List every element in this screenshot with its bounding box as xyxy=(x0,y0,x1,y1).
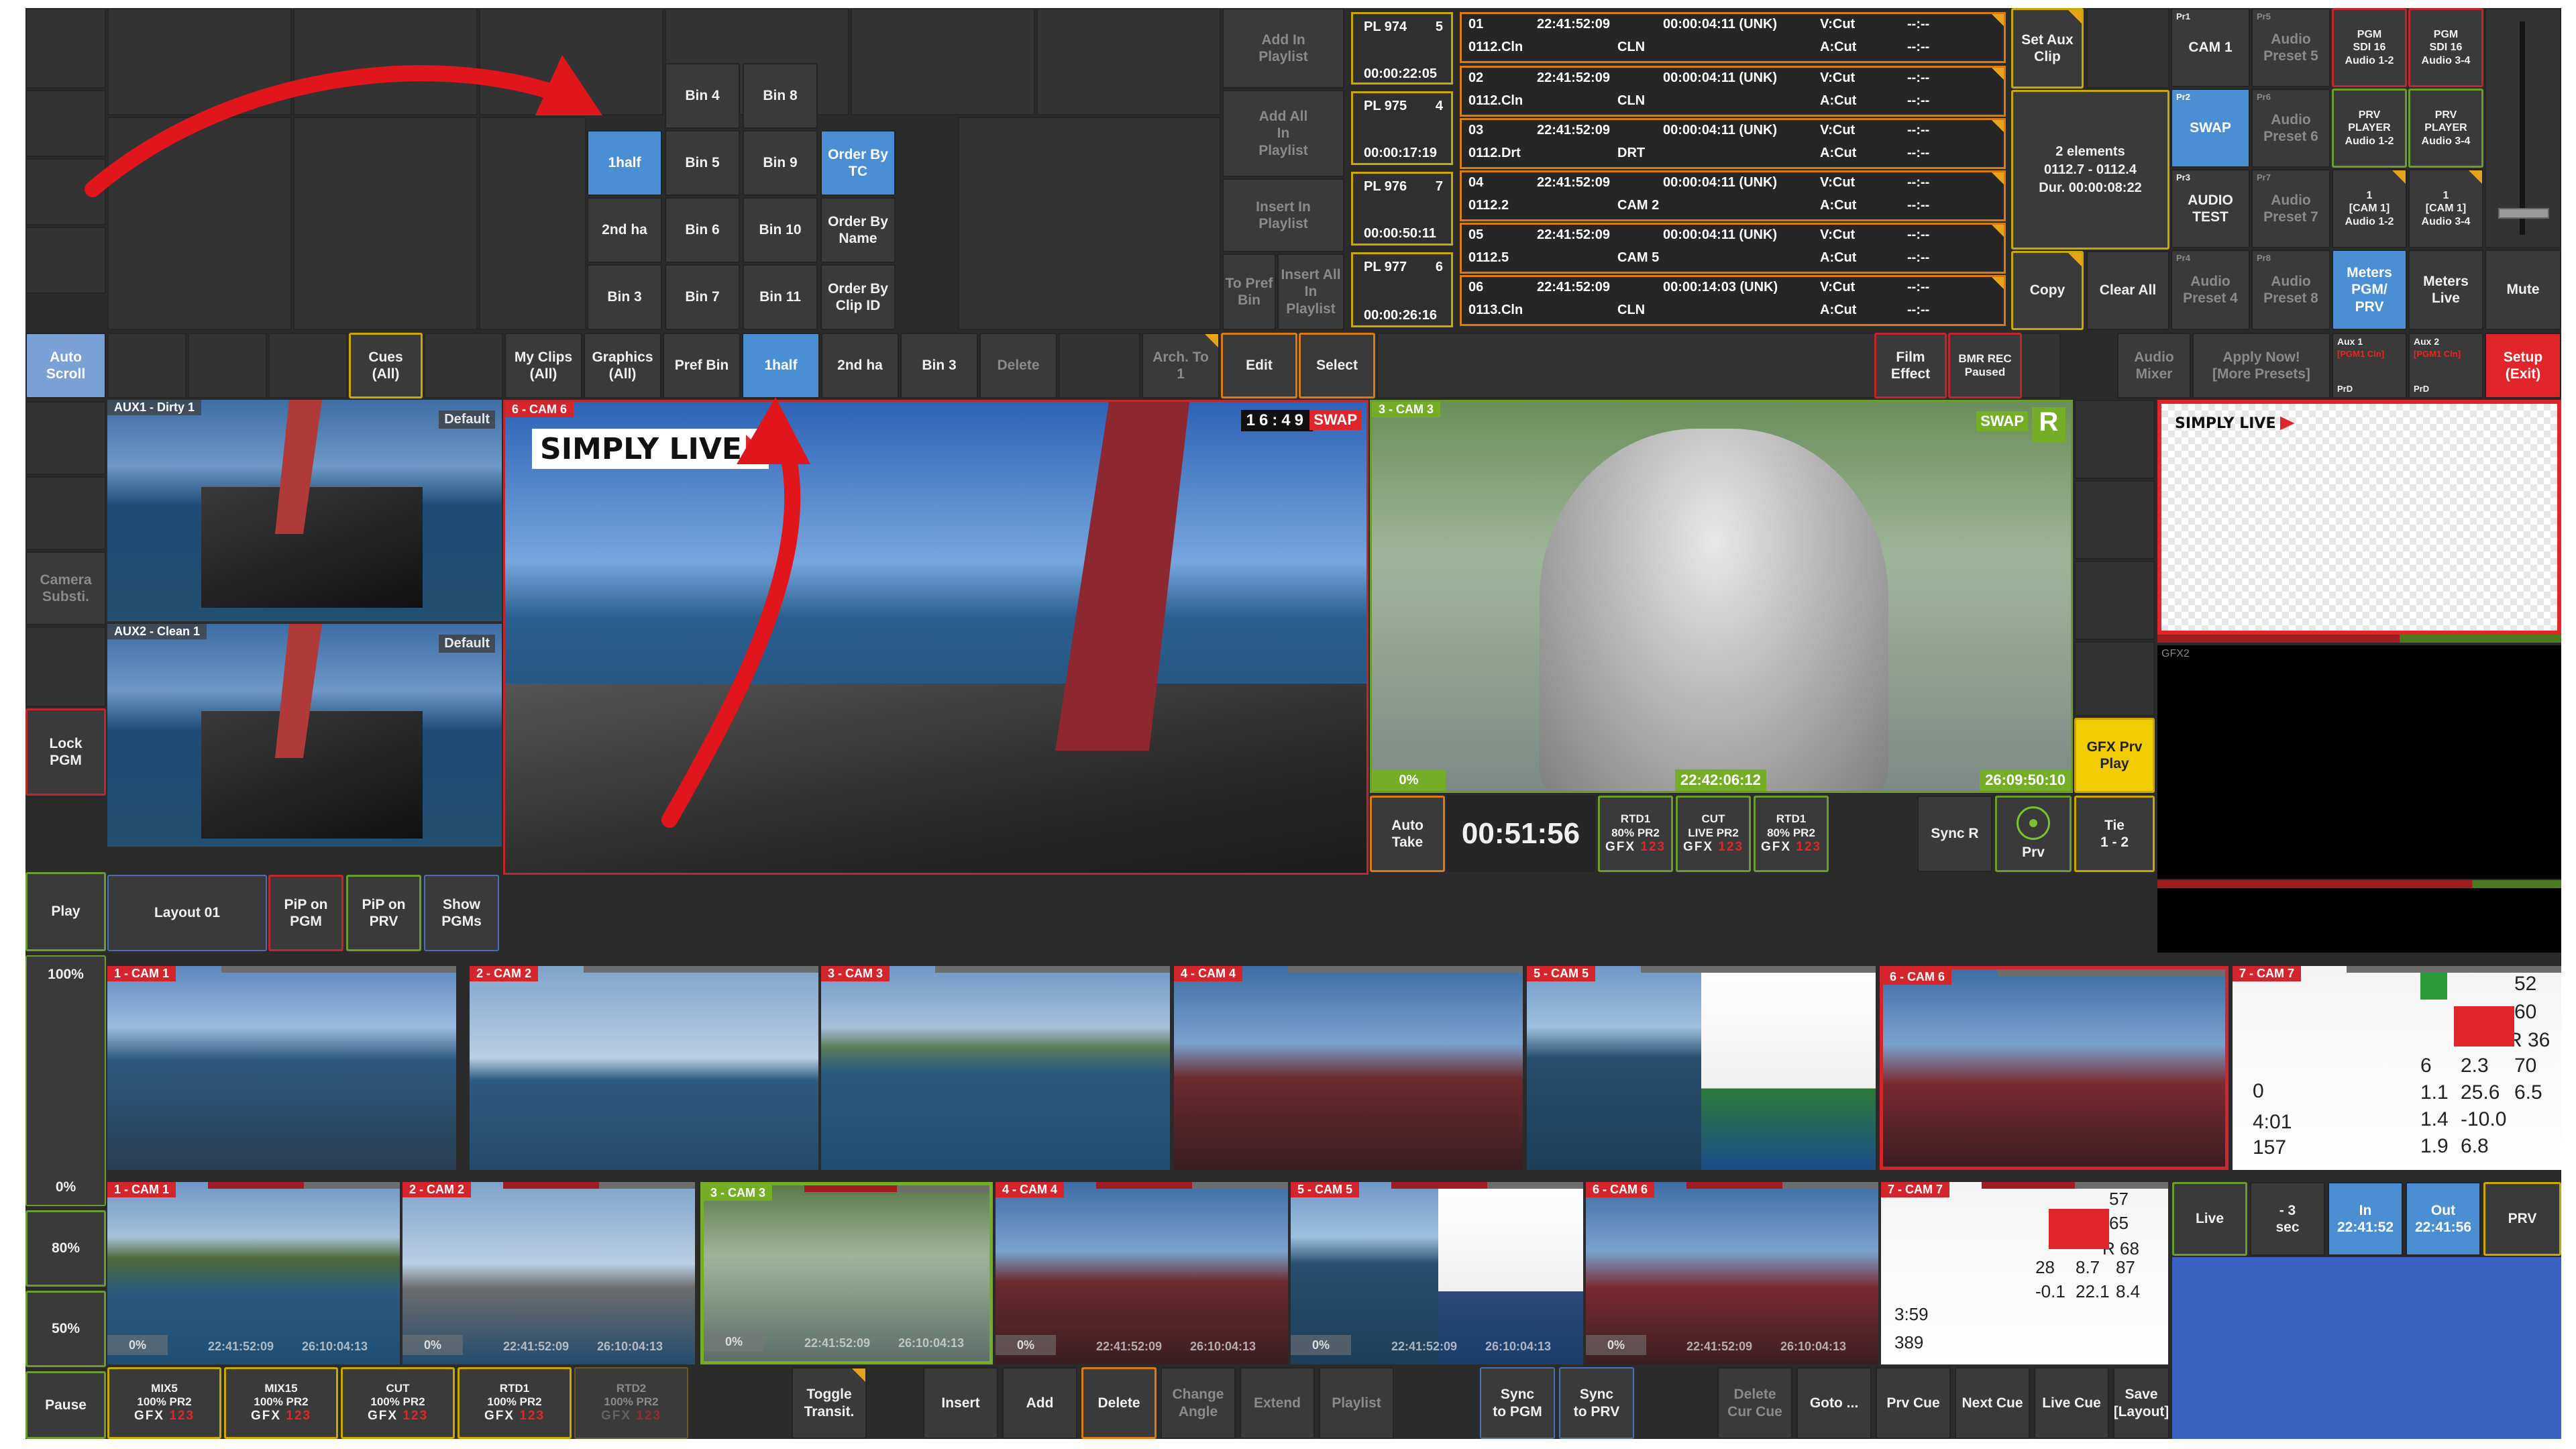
arrow-2 xyxy=(661,429,801,828)
arrow-2-head xyxy=(737,397,810,464)
replay-control-app: Bin 4 Bin 8 1half Bin 5 Bin 9 Order By T… xyxy=(25,8,2561,1439)
arrow-1 xyxy=(85,65,570,197)
annotation-arrows xyxy=(85,55,810,828)
